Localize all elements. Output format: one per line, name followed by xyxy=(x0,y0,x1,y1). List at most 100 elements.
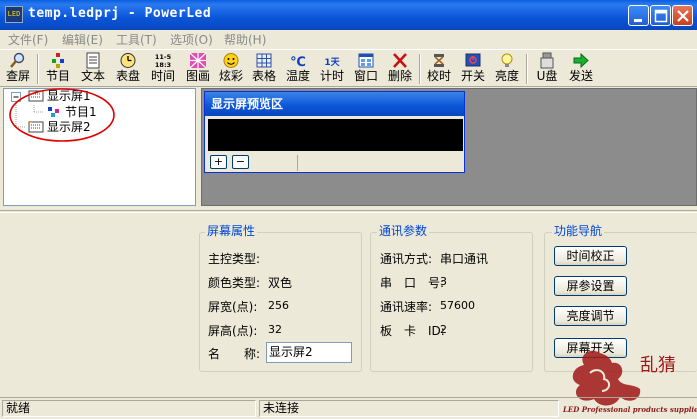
controller-type-label: 主控类型: xyxy=(208,252,261,266)
preview-window[interactable]: 显示屏预览区 + − xyxy=(204,91,465,173)
window-icon xyxy=(358,53,374,68)
annotation-circle xyxy=(9,88,115,142)
splitter[interactable] xyxy=(0,207,697,211)
maximize-icon xyxy=(654,9,668,23)
tool-window[interactable]: 窗口 xyxy=(351,52,381,86)
menu-help[interactable]: 帮助(H) xyxy=(224,31,266,48)
tool-label: 文本 xyxy=(80,69,105,83)
sync-time-icon xyxy=(434,54,444,67)
tool-countdown[interactable]: 1天 计时 xyxy=(317,52,347,86)
card-id-value: 2 xyxy=(440,323,447,336)
zoom-in-button[interactable]: + xyxy=(210,155,227,169)
close-button[interactable] xyxy=(672,5,693,26)
tool-delete[interactable]: 删除 xyxy=(385,52,415,86)
led-preview-canvas xyxy=(208,119,463,151)
tool-sync-time[interactable]: 校时 xyxy=(424,52,454,86)
baud-rate-value: 57600 xyxy=(440,299,475,312)
title-bar[interactable]: LED temp.ledprj - PowerLed xyxy=(0,0,697,30)
window-title: temp.ledprj - PowerLed xyxy=(28,6,212,21)
tool-label: U盘 xyxy=(536,69,558,83)
tool-label: 校时 xyxy=(426,69,451,83)
tool-program[interactable]: 节目 xyxy=(43,52,73,86)
magnifier-icon xyxy=(10,52,25,68)
tool-power[interactable]: 开关 xyxy=(458,52,488,86)
tool-label: 温度 xyxy=(285,69,310,83)
minimize-button[interactable] xyxy=(628,5,649,26)
screen-properties-title: 屏幕属性 xyxy=(205,222,258,239)
screen-tree[interactable]: 显示屏1 节目1 显示屏2 xyxy=(3,88,196,206)
screen-name-label: 名 称: xyxy=(208,347,261,361)
tool-time[interactable]: 11-5 18:3 时间 xyxy=(148,52,178,86)
menu-edit[interactable]: 编辑(E) xyxy=(62,31,103,48)
maximize-button[interactable] xyxy=(650,5,671,26)
tool-label: 节目 xyxy=(45,69,70,83)
tool-table[interactable]: 表格 xyxy=(249,52,279,86)
tool-usb[interactable]: U盘 xyxy=(533,52,561,86)
card-id-label: 板 卡 ID: xyxy=(380,324,445,338)
screen-width-value: 256 xyxy=(268,299,289,312)
tool-label: 查屏 xyxy=(5,69,30,83)
tool-brightness[interactable]: 亮度 xyxy=(492,52,522,86)
serial-port-label: 串 口 号: xyxy=(380,276,445,290)
svg-text:乱猜: 乱猜 xyxy=(640,355,676,376)
close-icon xyxy=(677,10,689,22)
screen-height-value: 32 xyxy=(268,323,282,336)
tool-dial[interactable]: 表盘 xyxy=(113,52,143,86)
usb-disk-icon xyxy=(540,52,554,69)
menu-file[interactable]: 文件(F) xyxy=(8,31,48,48)
send-arrow-icon xyxy=(573,52,589,69)
screen-settings-button[interactable]: 屏参设置 xyxy=(554,276,627,296)
smiley-icon xyxy=(223,53,239,68)
table-icon xyxy=(256,53,272,68)
tool-text[interactable]: 文本 xyxy=(78,52,108,86)
nav-title: 功能导航 xyxy=(552,222,605,239)
tool-label: 亮度 xyxy=(494,69,519,83)
tool-label: 窗口 xyxy=(353,69,378,83)
tool-label: 时间 xyxy=(150,69,175,83)
picture-icon xyxy=(189,52,207,69)
preview-toolbar: + − xyxy=(205,154,464,172)
preview-area: 显示屏预览区 + − xyxy=(201,88,697,206)
screen-width-label: 屏宽(点): xyxy=(208,300,258,314)
svg-text:1天: 1天 xyxy=(324,57,340,68)
menu-options[interactable]: 选项(O) xyxy=(170,31,213,48)
comm-mode-value: 串口通讯 xyxy=(440,252,489,266)
time-icon: 11-518:3 xyxy=(155,53,172,69)
menu-bar: 文件(F) 编辑(E) 工具(T) 选项(O) 帮助(H) xyxy=(0,30,697,48)
tool-label: 开关 xyxy=(460,69,485,83)
app-icon: LED xyxy=(5,6,23,23)
tool-colorful[interactable]: 炫彩 xyxy=(216,52,246,86)
text-doc-icon xyxy=(86,52,100,69)
toolbar-separator xyxy=(526,54,528,84)
tool-send[interactable]: 发送 xyxy=(566,52,596,86)
serial-port-value: 3 xyxy=(440,275,447,288)
zoom-out-button[interactable]: − xyxy=(232,155,249,169)
preview-bar-divider xyxy=(297,155,298,171)
tool-picture[interactable]: 图画 xyxy=(183,52,213,86)
tool-check-screen[interactable]: 查屏 xyxy=(4,52,32,86)
tool-label: 图画 xyxy=(185,69,210,83)
time-correct-button[interactable]: 时间校正 xyxy=(554,246,627,266)
comm-params-title: 通讯参数 xyxy=(377,222,430,239)
status-connection: 未连接 xyxy=(259,400,559,417)
menu-tools[interactable]: 工具(T) xyxy=(116,31,157,48)
toolbar-separator xyxy=(419,54,421,84)
tool-temperature[interactable]: ℃ 温度 xyxy=(283,52,313,86)
screen-height-label: 屏高(点): xyxy=(208,324,258,338)
minimize-icon xyxy=(634,19,642,22)
toolbar-separator xyxy=(37,54,39,84)
baud-rate-label: 通讯速率: xyxy=(380,300,433,314)
temperature-icon: ℃ xyxy=(290,55,306,69)
tool-label: 计时 xyxy=(319,69,344,83)
preview-title: 显示屏预览区 xyxy=(205,92,464,116)
svg-text:18:3: 18:3 xyxy=(155,61,171,69)
status-ready: 就绪 xyxy=(2,400,256,417)
brightness-button[interactable]: 亮度调节 xyxy=(554,306,627,326)
power-screen-icon xyxy=(465,53,481,67)
status-bar: 就绪 未连接 xyxy=(0,397,697,419)
color-type-value: 双色 xyxy=(268,276,293,290)
screen-name-input[interactable]: 显示屏2 xyxy=(266,342,352,363)
countdown-icon: 1天 xyxy=(324,57,340,68)
comm-mode-label: 通讯方式: xyxy=(380,252,433,266)
delete-icon xyxy=(393,53,407,68)
